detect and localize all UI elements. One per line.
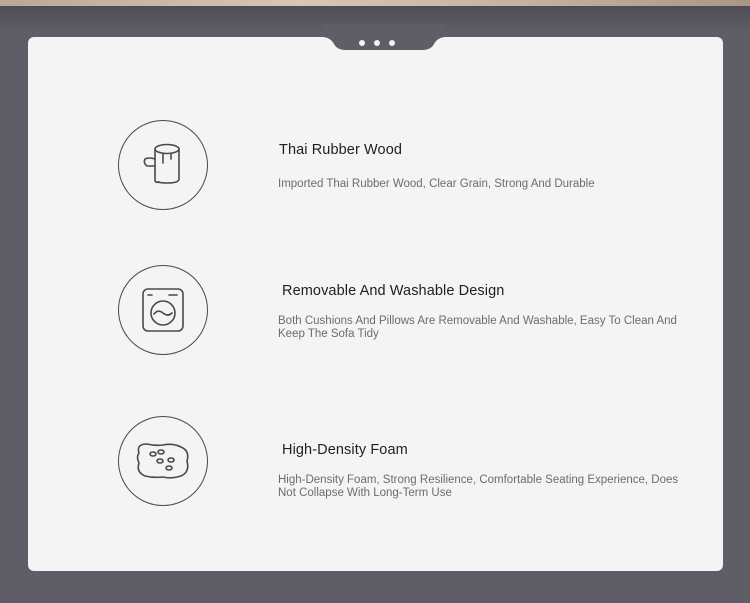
indicator-dot <box>389 40 395 46</box>
feature-title: High-Density Foam <box>282 442 408 458</box>
foam-sponge-icon <box>136 443 189 479</box>
log-icon <box>143 143 180 184</box>
indicator-dot <box>374 40 380 46</box>
feature-description: Imported Thai Rubber Wood, Clear Grain, … <box>278 178 595 190</box>
feature-title: Removable And Washable Design <box>282 283 505 299</box>
foam-sponge-icon-circle <box>118 416 208 506</box>
page-indicator-dots <box>359 39 395 47</box>
indicator-dot <box>359 40 365 46</box>
feature-description: High-Density Foam, Strong Resilience, Co… <box>278 474 679 499</box>
washing-machine-icon-circle <box>118 265 208 355</box>
feature-description: Both Cushions And Pillows Are Removable … <box>278 315 677 340</box>
log-icon-circle <box>118 120 208 210</box>
feature-title: Thai Rubber Wood <box>279 142 403 158</box>
washing-machine-icon <box>142 288 184 332</box>
